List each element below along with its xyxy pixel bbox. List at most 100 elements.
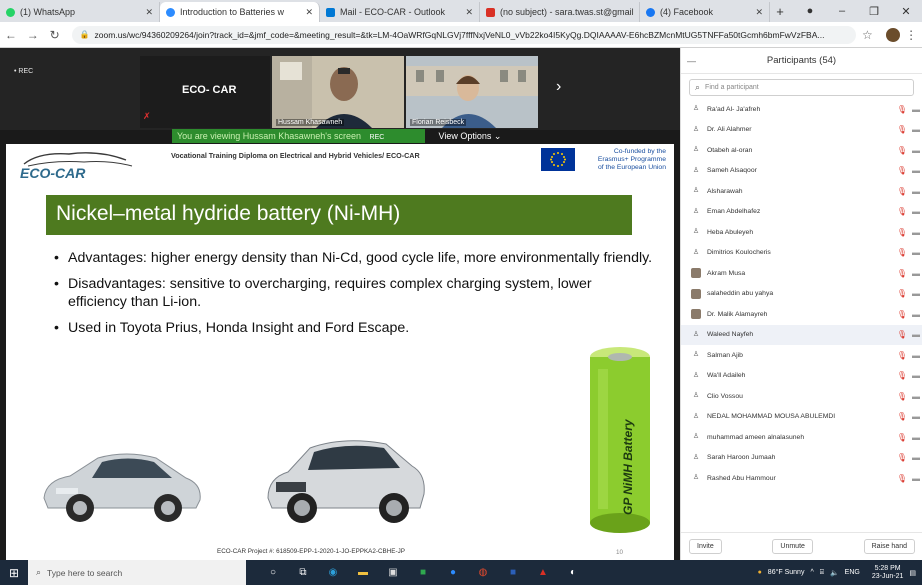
network-icon[interactable]: ⌸ xyxy=(820,569,824,577)
participant-row[interactable]: ♙ Clio Vossou 🎙 ▬ xyxy=(681,386,922,407)
weather-text[interactable]: 86°F Sunny xyxy=(768,569,805,576)
participant-row[interactable]: ♙ Dr. Ali Alahmer 🎙 ▬ xyxy=(681,120,922,141)
viewing-banner-text: You are viewing Hussam Khasawneh's scree… xyxy=(177,131,361,141)
participant-row[interactable]: ♙ Sarah Haroon Jumaah 🎙 ▬ xyxy=(681,448,922,469)
participant-row[interactable]: ♙ Heba Abuleyeh 🎙 ▬ xyxy=(681,222,922,243)
chrome-icon[interactable]: ◍ xyxy=(468,560,498,585)
participant-name: Wa'll Adaileh xyxy=(707,372,746,380)
windows-start-icon[interactable]: ⊞ xyxy=(0,566,28,580)
participant-row[interactable]: ♙ Sameh Alsaqoor 🎙 ▬ xyxy=(681,161,922,182)
video-tile-hussam[interactable]: Hussam Khasawneh xyxy=(272,56,404,128)
maximize-button[interactable]: ❐ xyxy=(858,5,890,18)
task-view-icon[interactable]: ⧉ xyxy=(288,560,318,585)
excel-icon[interactable]: ■ xyxy=(408,560,438,585)
avatar xyxy=(691,309,701,320)
meeting-area: • REC ECO- CAR ✗ Hussam Khasawneh Floria… xyxy=(0,48,680,574)
camera-off-icon: ▬ xyxy=(912,371,920,381)
file-explorer-icon[interactable]: ▬ xyxy=(348,560,378,585)
slide-title-bar: Nickel–metal hydride battery (Ni-MH) xyxy=(46,195,632,235)
eu-flag-icon xyxy=(541,148,575,171)
close-tab-icon[interactable]: ✕ xyxy=(459,7,473,18)
participant-name: Dr. Ali Alahmer xyxy=(707,126,752,134)
close-tab-icon[interactable]: ✕ xyxy=(299,7,313,18)
participant-search-input[interactable]: ⌕ Find a participant xyxy=(689,79,914,96)
taskbar-search-input[interactable]: ⌕ Type here to search xyxy=(28,560,246,585)
zoom-icon[interactable]: ● xyxy=(438,560,468,585)
close-tab-icon[interactable]: ✕ xyxy=(139,7,153,18)
participant-row[interactable]: ♙ Salman Ajib 🎙 ▬ xyxy=(681,345,922,366)
participant-row[interactable]: Dr. Malik Alamayreh 🎙 ▬ xyxy=(681,304,922,325)
participant-name: muhammad ameen alnalasuneh xyxy=(707,433,805,441)
video-strip: • REC ECO- CAR ✗ Hussam Khasawneh Floria… xyxy=(0,48,680,130)
muted-mic-icon: 🎙 xyxy=(896,350,907,360)
participant-row[interactable]: ♙ Wa'll Adaileh 🎙 ▬ xyxy=(681,366,922,387)
shared-slide: ECO-CAR Vocational Training Diploma on E… xyxy=(6,144,674,574)
invite-button[interactable]: Invite xyxy=(689,539,722,554)
participant-row[interactable]: ♙ Otabeh al-oran 🎙 ▬ xyxy=(681,140,922,161)
muted-mic-icon: 🎙 xyxy=(896,145,907,155)
tab-gmail[interactable]: (no subject) - sara.twas.st@gmail ✕ xyxy=(480,2,640,22)
minimize-button[interactable]: – xyxy=(826,5,858,17)
participant-row[interactable]: ♙ Dimitrios Koulocheris 🎙 ▬ xyxy=(681,243,922,264)
camera-off-icon: ▬ xyxy=(912,248,920,258)
participant-list: ♙ Ra'ad Al- Ja'afreh 🎙 ▬ ♙ Dr. Ali Alahmer 🎙 ▬ ♙… xyxy=(681,99,922,529)
tab-whatsapp[interactable]: (1) WhatsApp ✕ xyxy=(0,2,160,22)
tile-name: ECO- CAR xyxy=(182,84,237,96)
participant-row[interactable]: ♙ Eman Abdelhafez 🎙 ▬ xyxy=(681,202,922,223)
participant-row[interactable]: ♙ muhammad ameen alnalasuneh 🎙 ▬ xyxy=(681,427,922,448)
raise-hand-button[interactable]: Raise hand xyxy=(863,539,915,554)
tile-name: Hussam Khasawneh xyxy=(276,119,345,126)
profile-dot-icon[interactable]: ● xyxy=(794,5,826,17)
video-tile-eco-car[interactable]: ECO- CAR ✗ xyxy=(140,56,270,128)
clock[interactable]: 5:28 PM 23-Jun-21 xyxy=(866,565,904,581)
participant-row[interactable]: ♙ Rashed Abu Hammour 🎙 ▬ xyxy=(681,468,922,489)
language-indicator[interactable]: ENG xyxy=(845,569,860,576)
tab-outlook[interactable]: Mail - ECO-CAR - Outlook ✕ xyxy=(320,2,480,22)
app-icon[interactable]: ◐ xyxy=(558,560,588,585)
tab-label: (4) Facebook xyxy=(660,7,714,17)
avatar[interactable] xyxy=(886,27,901,42)
collapse-icon[interactable]: — xyxy=(687,56,696,66)
forward-arrow-icon[interactable]: → xyxy=(22,28,44,42)
close-tab-icon[interactable]: ✕ xyxy=(749,7,763,18)
search-placeholder: Find a participant xyxy=(705,84,759,91)
participant-row[interactable]: ♙ Waleed Nayfeh 🎙 ▬ xyxy=(681,324,922,345)
url-input[interactable]: 🔒 zoom.us/wc/94360209264/join?track_id=&… xyxy=(71,25,857,44)
gmail-icon xyxy=(486,7,495,17)
cortana-icon[interactable]: ○ xyxy=(258,560,288,585)
star-icon[interactable]: ☆ xyxy=(856,28,878,42)
unmute-button[interactable]: Unmute xyxy=(772,539,813,554)
slide-title: Nickel–metal hydride battery (Ni-MH) xyxy=(56,202,401,225)
volume-icon[interactable]: 🔈 xyxy=(830,569,839,577)
avatar xyxy=(691,268,701,279)
tab-label: Introduction to Batteries w xyxy=(180,7,285,17)
participant-row[interactable]: Akram Musa 🎙 ▬ xyxy=(681,263,922,284)
camera-off-icon: ▬ xyxy=(912,432,920,442)
tab-zoom[interactable]: Introduction to Batteries w ✕ xyxy=(160,2,320,22)
notifications-icon[interactable]: ▤ xyxy=(909,569,916,577)
participant-row[interactable]: ♙ NEDAL MOHAMMAD MOUSA ABULEMDI 🎙 ▬ xyxy=(681,407,922,428)
edge-icon[interactable]: ◉ xyxy=(318,560,348,585)
participant-row[interactable]: salaheddin abu yahya 🎙 ▬ xyxy=(681,284,922,305)
close-window-button[interactable]: ✕ xyxy=(890,5,922,18)
reload-icon[interactable]: ↻ xyxy=(44,28,66,42)
back-arrow-icon[interactable]: ← xyxy=(0,28,22,42)
next-page-chevron-icon[interactable]: › xyxy=(556,78,561,96)
participant-row[interactable]: ♙ Ra'ad Al- Ja'afreh 🎙 ▬ xyxy=(681,99,922,120)
cofund-line: of the European Union xyxy=(597,164,666,171)
page-number: 10 xyxy=(616,549,624,556)
video-tile-florian[interactable]: Florian Reisbeck xyxy=(406,56,538,128)
new-tab-button[interactable]: + xyxy=(770,2,790,22)
camera-off-icon: ▬ xyxy=(912,145,920,155)
participant-name: Salman Ajib xyxy=(707,351,743,359)
camera-off-icon: ▬ xyxy=(912,125,920,135)
acrobat-icon[interactable]: ▲ xyxy=(528,560,558,585)
participant-row[interactable]: ♙ Alsharawah 🎙 ▬ xyxy=(681,181,922,202)
weather-icon: ● xyxy=(757,569,762,576)
word-icon[interactable]: ■ xyxy=(498,560,528,585)
view-options-button[interactable]: View Options ⌄ xyxy=(430,129,510,143)
tab-facebook[interactable]: (4) Facebook ✕ xyxy=(640,2,770,22)
tray-chevron-icon[interactable]: ^ xyxy=(810,569,813,576)
menu-icon[interactable]: ⋮ xyxy=(900,28,922,42)
store-icon[interactable]: ▣ xyxy=(378,560,408,585)
